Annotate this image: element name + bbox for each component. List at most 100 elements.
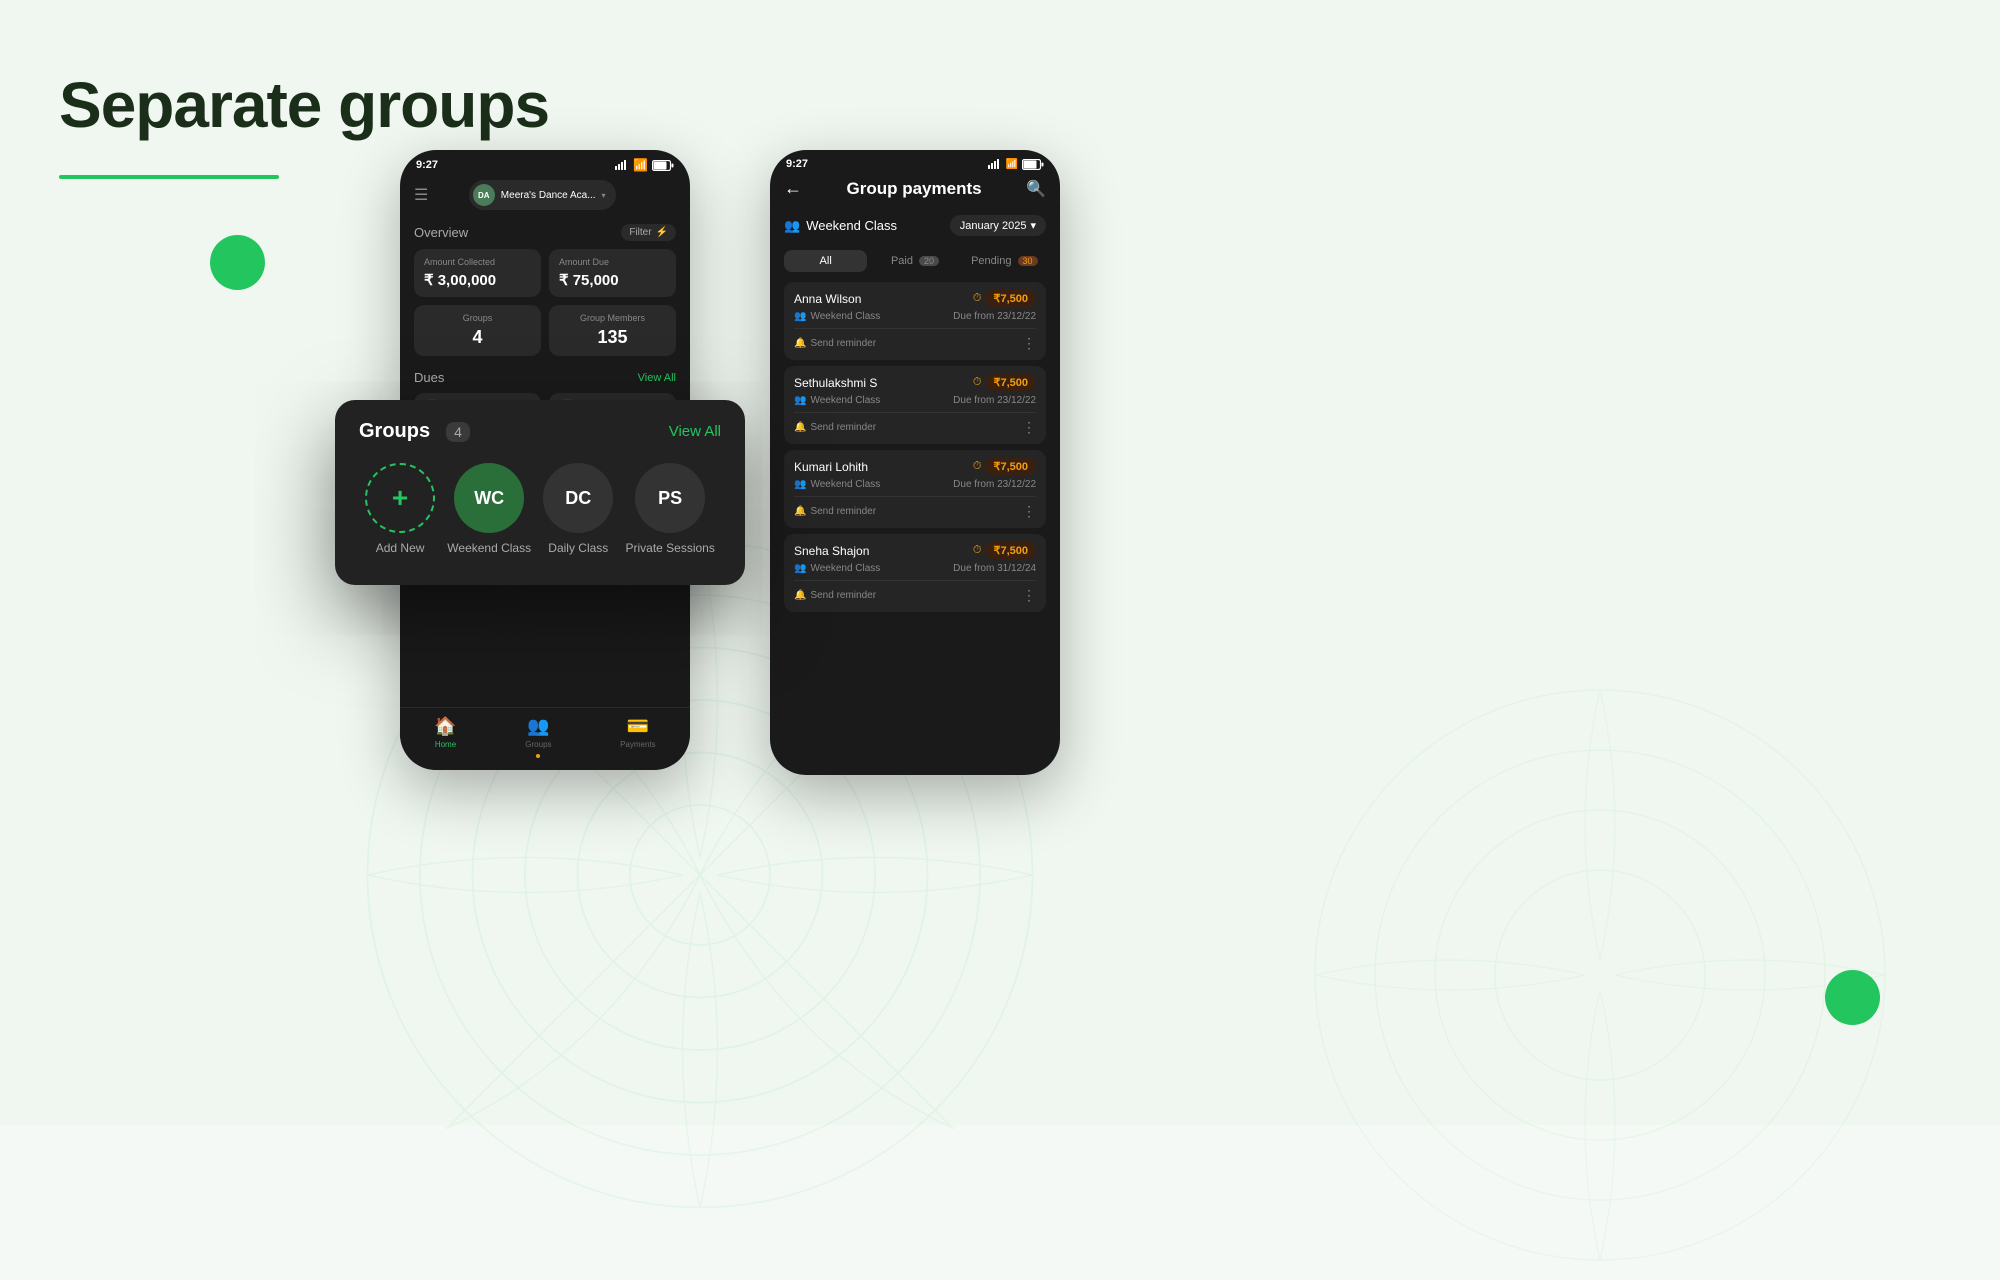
home-icon: 🏠: [434, 716, 456, 737]
phone-right: 9:27 📶 ← Group payments 🔍 👥 Weekend Clas…: [770, 150, 1060, 775]
payment-group-3: 👥 Weekend Class: [794, 479, 880, 490]
payment-group-2: 👥 Weekend Class: [794, 395, 880, 406]
payment-group-1: 👥 Weekend Class: [794, 311, 880, 322]
search-button[interactable]: 🔍: [1026, 179, 1046, 199]
green-dot-right: [1825, 970, 1880, 1025]
back-button[interactable]: ←: [784, 178, 802, 199]
amount-badge-2: ⏱ ₹7,500: [973, 374, 1036, 391]
title-underline: [59, 175, 279, 179]
due-date-3: Due from 23/12/22: [953, 479, 1036, 490]
nav-payments[interactable]: 💳 Payments: [620, 716, 656, 758]
month-chevron-icon: ▾: [1030, 219, 1036, 232]
amount-pill-2: ₹7,500: [985, 374, 1036, 391]
amount-badge-3: ⏱ ₹7,500: [973, 458, 1036, 475]
tab-pending[interactable]: Pending 30: [963, 250, 1046, 272]
clock-icon-4: ⏱: [973, 544, 982, 557]
send-reminder-2[interactable]: 🔔 Send reminder: [794, 422, 876, 433]
amount-pill-3: ₹7,500: [985, 458, 1036, 475]
send-reminder-3[interactable]: 🔔 Send reminder: [794, 506, 876, 517]
clock-icon-2: ⏱: [973, 376, 982, 389]
group-icon-3: 👥: [794, 479, 806, 490]
academy-name: Meera's Dance Aca...: [501, 190, 596, 201]
more-options-4[interactable]: ⋮: [1022, 587, 1036, 604]
phone-header-left: ☰ DA Meera's Dance Aca... ▾: [400, 176, 690, 218]
paid-badge: 20: [919, 256, 939, 266]
ps-circle: PS: [635, 463, 705, 533]
filter-button[interactable]: Filter ⚡: [621, 224, 676, 241]
amount-badge-4: ⏱ ₹7,500: [973, 542, 1036, 559]
due-date-2: Due from 23/12/22: [953, 395, 1036, 406]
more-options-2[interactable]: ⋮: [1022, 419, 1036, 436]
group-name-display[interactable]: 👥 Weekend Class: [784, 218, 897, 234]
group-icon-2: 👥: [794, 395, 806, 406]
popup-title: Groups: [359, 420, 430, 443]
due-date-1: Due from 23/12/22: [953, 311, 1036, 322]
overview-section: Overview Filter ⚡ Amount Collected ₹ 3,0…: [400, 218, 690, 370]
tab-paid[interactable]: Paid 20: [873, 250, 956, 272]
status-time-right: 9:27: [786, 158, 808, 170]
status-icons-left: 📶: [615, 158, 674, 172]
clock-icon-3: ⏱: [973, 460, 982, 473]
dues-title: Dues: [414, 370, 444, 385]
send-reminder-1[interactable]: 🔔 Send reminder: [794, 338, 876, 349]
group-dc[interactable]: DC Daily Class: [543, 463, 613, 555]
payment-tabs: All Paid 20 Pending 30: [770, 250, 1060, 272]
popup-view-all-link[interactable]: View All: [669, 423, 721, 440]
bottom-nav-left: 🏠 Home 👥 Groups 💳 Payments: [400, 707, 690, 770]
payment-name-3: Kumari Lohith: [794, 460, 868, 474]
payment-name-1: Anna Wilson: [794, 292, 861, 306]
status-bar-left: 9:27 📶: [400, 150, 690, 176]
payment-name-4: Sneha Shajon: [794, 544, 869, 558]
members-count-card: Group Members 135: [549, 305, 676, 356]
dc-circle: DC: [543, 463, 613, 533]
nav-groups[interactable]: 👥 Groups: [525, 716, 551, 758]
gp-header: ← Group payments 🔍: [770, 174, 1060, 209]
stats-row-1: Amount Collected ₹ 3,00,000 Amount Due ₹…: [414, 249, 676, 297]
view-all-link[interactable]: View All: [638, 372, 676, 384]
status-icons-right: 📶: [988, 159, 1044, 170]
status-time-left: 9:27: [416, 159, 438, 171]
group-add[interactable]: + Add New: [365, 463, 435, 555]
pending-badge: 30: [1018, 256, 1038, 266]
bell-icon-1: 🔔: [794, 338, 806, 349]
payments-icon: 💳: [627, 716, 649, 737]
group-wc[interactable]: WC Weekend Class: [447, 463, 531, 555]
groups-count-card: Groups 4: [414, 305, 541, 356]
page-title: Separate groups: [59, 68, 549, 142]
nav-home[interactable]: 🏠 Home: [434, 716, 456, 758]
group-ps[interactable]: PS Private Sessions: [625, 463, 714, 555]
popup-header: Groups 4 View All: [359, 420, 721, 443]
more-options-3[interactable]: ⋮: [1022, 503, 1036, 520]
green-dot-left: [210, 235, 265, 290]
bell-icon-3: 🔔: [794, 506, 806, 517]
hamburger-icon[interactable]: ☰: [414, 185, 428, 205]
tab-all[interactable]: All: [784, 250, 867, 272]
payment-item-4: Sneha Shajon ⏱ ₹7,500 👥 Weekend Class Du…: [784, 534, 1046, 612]
academy-chevron-icon: ▾: [602, 191, 606, 200]
group-icon-1: 👥: [794, 311, 806, 322]
amount-collected-card: Amount Collected ₹ 3,00,000: [414, 249, 541, 297]
amount-badge-1: ⏱ ₹7,500: [973, 290, 1036, 307]
payment-item-3: Kumari Lohith ⏱ ₹7,500 👥 Weekend Class D…: [784, 450, 1046, 528]
gp-title: Group payments: [846, 179, 981, 199]
group-icon-4: 👥: [794, 563, 806, 574]
group-selector: 👥 Weekend Class January 2025 ▾: [770, 209, 1060, 242]
bell-icon-4: 🔔: [794, 590, 806, 601]
amount-pill-1: ₹7,500: [985, 290, 1036, 307]
payment-item-2: Sethulakshmi S ⏱ ₹7,500 👥 Weekend Class …: [784, 366, 1046, 444]
group-people-icon: 👥: [784, 218, 800, 234]
academy-badge[interactable]: DA Meera's Dance Aca... ▾: [469, 180, 616, 210]
add-circle: +: [365, 463, 435, 533]
groups-icon: 👥: [527, 716, 549, 737]
send-reminder-4[interactable]: 🔔 Send reminder: [794, 590, 876, 601]
overview-title: Overview: [414, 225, 468, 240]
month-selector[interactable]: January 2025 ▾: [950, 215, 1046, 236]
payment-group-4: 👥 Weekend Class: [794, 563, 880, 574]
wc-circle: WC: [454, 463, 524, 533]
stats-row-2: Groups 4 Group Members 135: [414, 305, 676, 356]
groups-circles: + Add New WC Weekend Class DC Daily Clas…: [359, 463, 721, 555]
payment-item-1: Anna Wilson ⏱ ₹7,500 👥 Weekend Class Due…: [784, 282, 1046, 360]
more-options-1[interactable]: ⋮: [1022, 335, 1036, 352]
academy-avatar: DA: [473, 184, 495, 206]
clock-icon-1: ⏱: [973, 292, 982, 305]
